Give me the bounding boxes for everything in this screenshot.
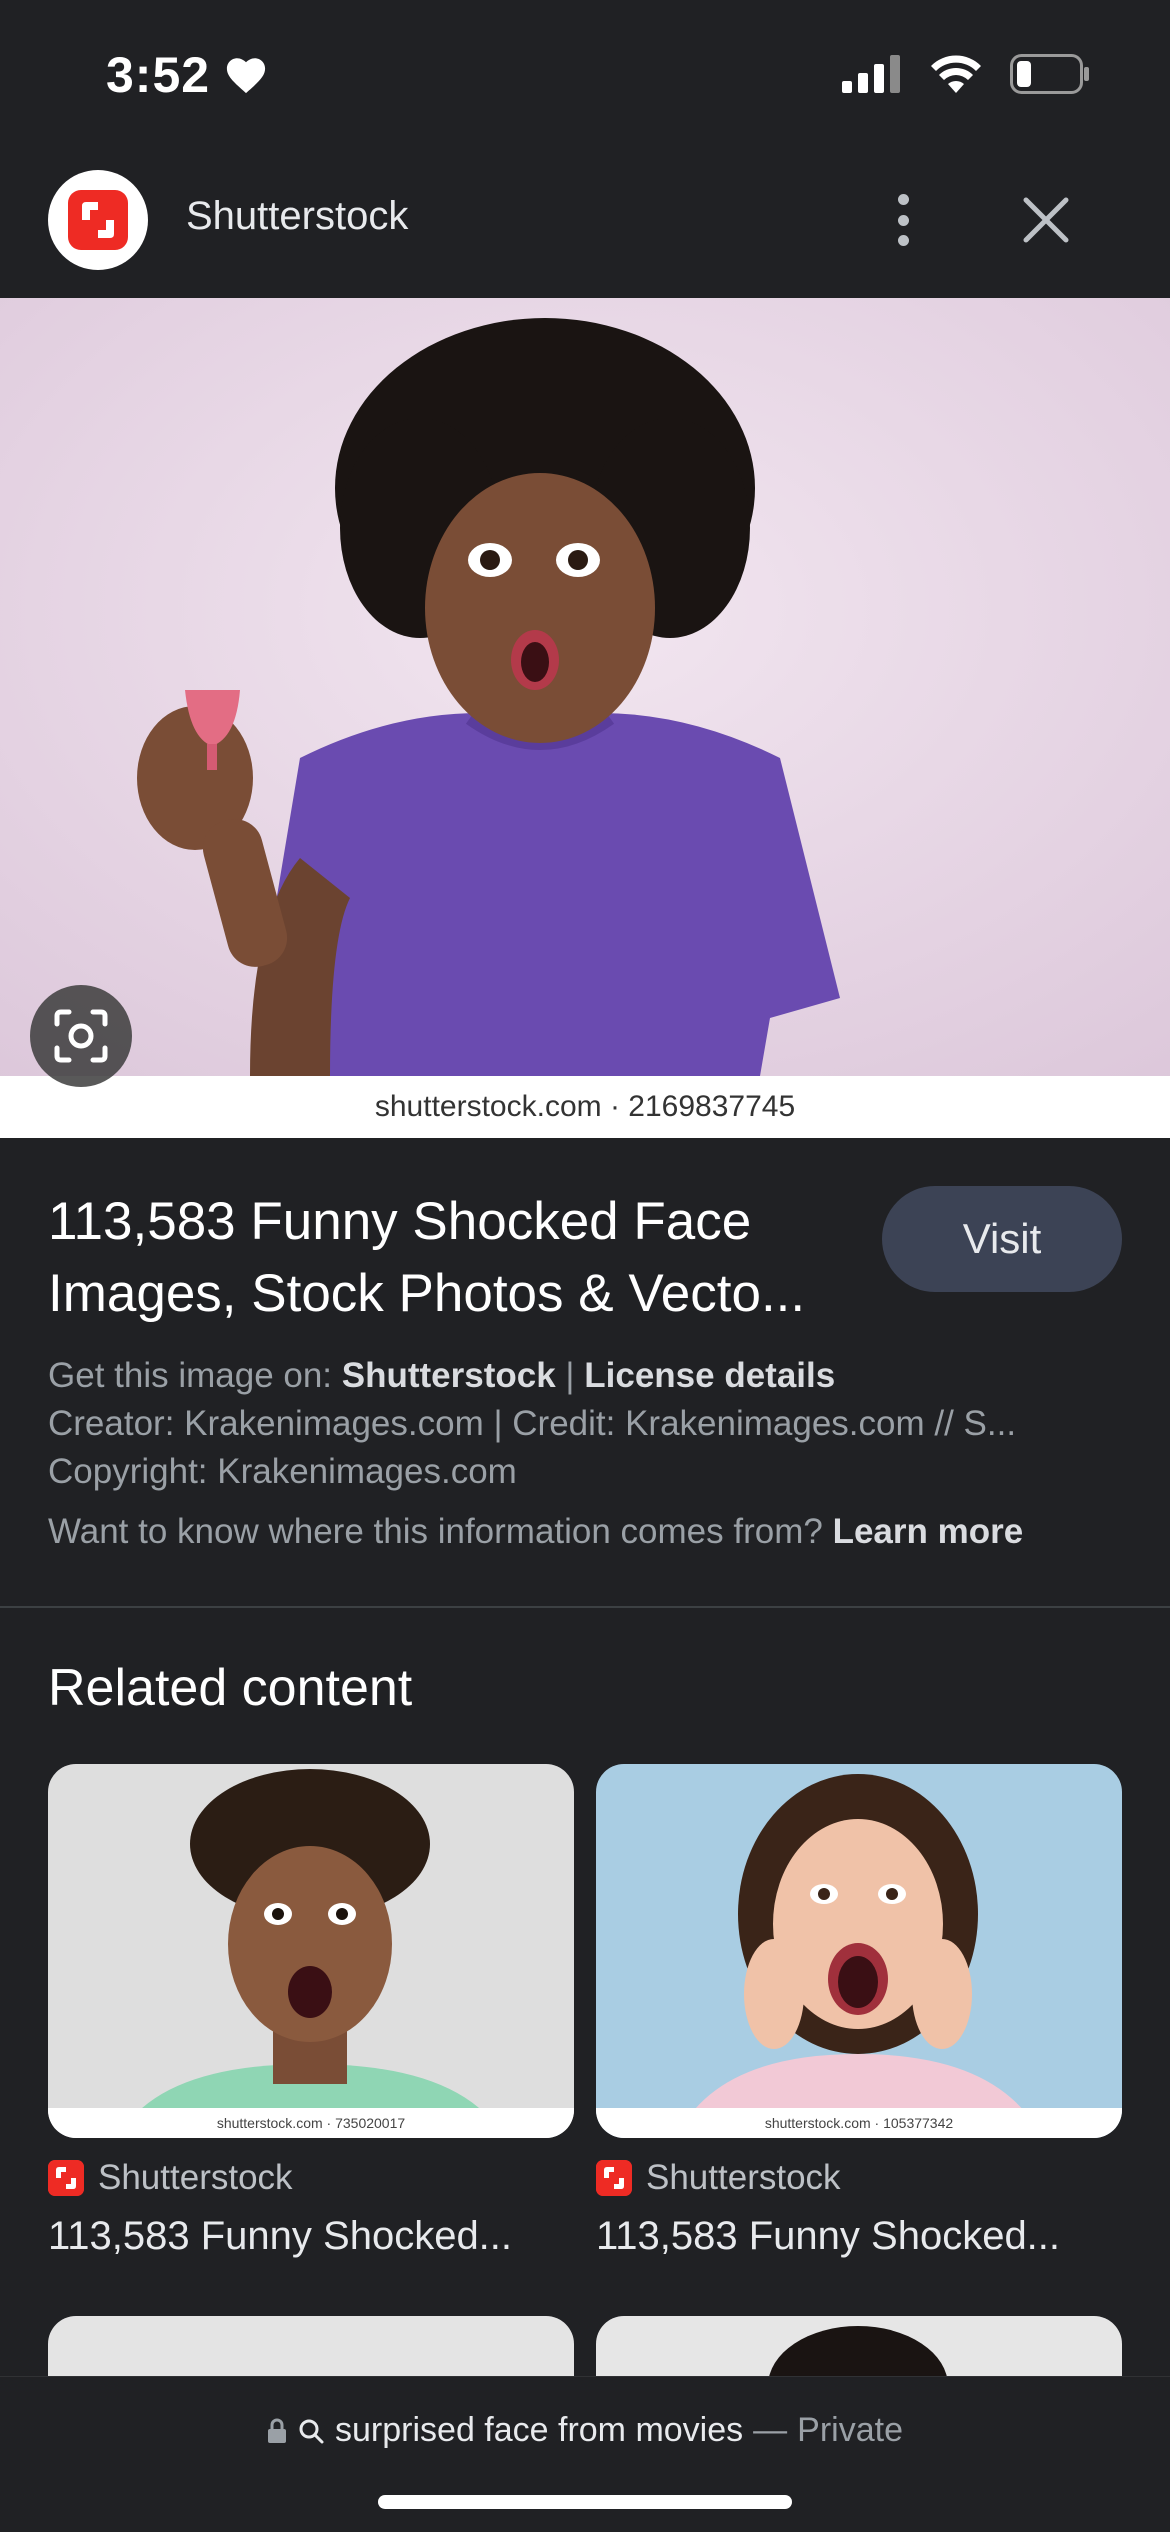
status-time-text: 3:52 [106, 47, 211, 103]
result-title-line1: 113,583 Funny Shocked Face [48, 1192, 752, 1251]
search-icon [299, 2419, 324, 2443]
related-source[interactable]: Shutterstock [596, 2158, 1122, 2198]
related-source[interactable]: Shutterstock [48, 2158, 574, 2198]
related-card[interactable]: shutterstock.com · 735020017 Shutterstoc… [48, 1764, 574, 2259]
result-title[interactable]: 113,583 Funny Shocked Face Images, Stock… [48, 1186, 868, 1330]
home-indicator[interactable] [378, 2495, 792, 2509]
learn-prefix: Want to know where this information come… [48, 1512, 833, 1551]
related-thumbnail[interactable]: shutterstock.com · 105377342 [596, 1764, 1122, 2138]
related-thumbnail-caption: shutterstock.com · 105377342 [596, 2108, 1122, 2138]
related-thumbnail-partial[interactable] [48, 2316, 574, 2376]
query-dash: — [753, 2411, 788, 2449]
visit-button[interactable]: Visit [882, 1186, 1122, 1292]
image-meta: Get this image on: Shutterstock | Licens… [48, 1352, 1118, 1556]
related-title[interactable]: 113,583 Funny Shocked... [596, 2214, 1122, 2259]
status-bar: 3:52 [0, 0, 1170, 160]
related-card[interactable]: shutterstock.com · 105377342 Shutterstoc… [596, 1764, 1122, 2259]
site-name[interactable]: Shutterstock [186, 194, 408, 239]
related-thumbnail-partial[interactable] [596, 2316, 1122, 2376]
creator-line: Creator: Krakenimages.com | Credit: Krak… [48, 1404, 1017, 1443]
related-thumbnail-caption: shutterstock.com · 735020017 [48, 2108, 574, 2138]
status-icons [842, 54, 1090, 94]
lens-button[interactable] [30, 985, 132, 1087]
result-header: Shutterstock [0, 160, 1170, 298]
related-source-name: Shutterstock [98, 2158, 293, 2197]
lock-icon [268, 2418, 287, 2443]
shutterstock-favicon-icon [596, 2160, 632, 2196]
shutterstock-favicon-icon [48, 2160, 84, 2196]
result-title-line2: Images, Stock Photos & Vecto... [48, 1264, 806, 1323]
divider [0, 1606, 1170, 1608]
related-source-name: Shutterstock [646, 2158, 841, 2197]
battery-icon [1010, 54, 1089, 94]
heart-icon [226, 58, 266, 94]
shutterstock-logo-icon[interactable] [48, 170, 148, 270]
learn-more-link[interactable]: Learn more [833, 1512, 1024, 1551]
hero-caption: shutterstock.com · 2169837745 [0, 1076, 1170, 1138]
wifi-icon [931, 55, 981, 93]
related-heading: Related content [48, 1659, 413, 1717]
hero-illustration [0, 298, 1170, 1076]
learn-more-row: Want to know where this information come… [48, 1508, 1118, 1556]
related-image-partial [769, 2326, 947, 2376]
related-image [596, 1764, 1122, 2138]
related-thumbnail[interactable]: shutterstock.com · 735020017 [48, 1764, 574, 2138]
get-image-row: Get this image on: Shutterstock | Licens… [48, 1352, 1118, 1400]
related-image [48, 1764, 574, 2138]
meta-separator: | [555, 1356, 585, 1395]
bottom-bar: surprised face from movies — Private [0, 2376, 1170, 2532]
search-query-text: surprised face from movies [335, 2411, 744, 2449]
get-image-prefix: Get this image on: [48, 1356, 342, 1395]
page: 3:52 Shutterstock shutterstock.com · 216… [0, 0, 1170, 2532]
hero-image[interactable]: shutterstock.com · 2169837745 [0, 298, 1170, 1138]
related-title[interactable]: 113,583 Funny Shocked... [48, 2214, 574, 2259]
signal-icon [842, 55, 900, 93]
source-link[interactable]: Shutterstock [342, 1356, 556, 1395]
license-details-link[interactable]: License details [584, 1356, 835, 1395]
copyright-line: Copyright: Krakenimages.com [48, 1452, 517, 1491]
search-query-bar[interactable]: surprised face from movies — Private [0, 2411, 1170, 2450]
status-time: 3:52 [106, 46, 268, 104]
close-icon[interactable] [1020, 194, 1072, 246]
kebab-menu-icon[interactable] [880, 190, 926, 250]
private-label: Private [797, 2411, 903, 2449]
shutterstock-logo-glyph [68, 190, 128, 250]
lens-icon [54, 1009, 108, 1063]
